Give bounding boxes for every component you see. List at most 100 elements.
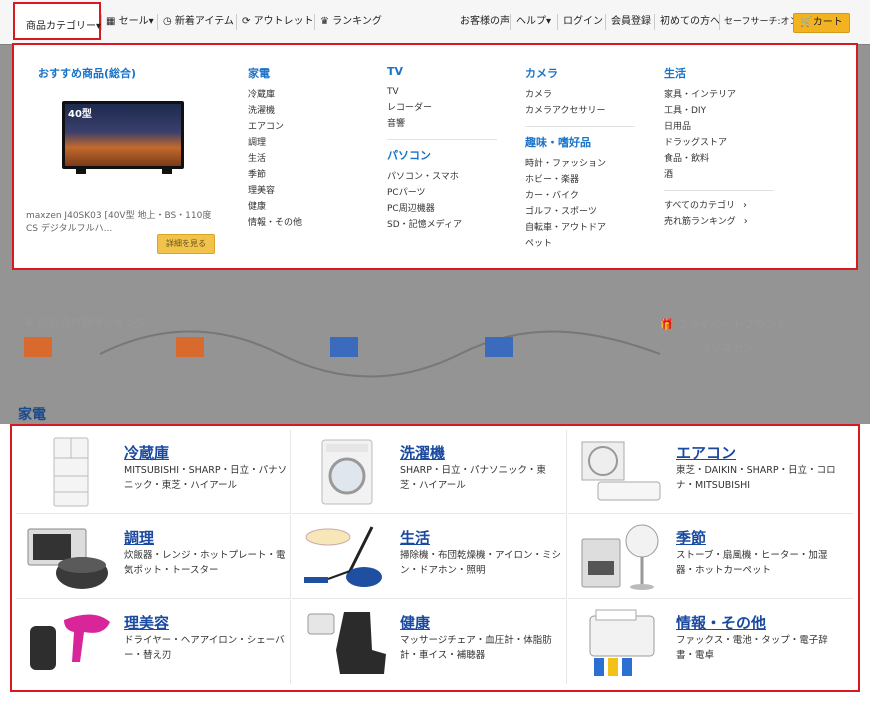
cart-button[interactable]: 🛒カート: [793, 13, 850, 33]
category-cell-life[interactable]: 生活 掃除機・布団乾燥機・アイロン・ミシン・ドアホン・照明: [292, 515, 567, 599]
category-cell-beauty[interactable]: 理美容 ドライヤー・ヘアアイロン・シェーバー・替え刃: [16, 600, 291, 684]
aircon-icon: [581, 441, 661, 501]
menu-divider: [387, 139, 497, 140]
category-description: マッサージチェア・血圧計・体脂肪計・車イス・補聴器: [400, 635, 552, 661]
cooking-icon: [27, 528, 108, 589]
category-title[interactable]: エアコン: [676, 442, 736, 463]
section-title: 家電: [18, 407, 46, 423]
ranking-link[interactable]: 売れ筋ランキング ›: [664, 214, 774, 230]
menu-item[interactable]: 生活: [248, 151, 302, 167]
menu-item[interactable]: ペット: [525, 236, 635, 252]
category-description: ファックス・電池・タップ・電子辞書・電卓: [676, 635, 828, 661]
menu-item[interactable]: 工具・DIY: [664, 103, 774, 119]
featured-description[interactable]: maxzen J40SK03 [40V型 地上・BS・110度CS デジタルフル…: [26, 210, 221, 236]
ranking-badge: [24, 337, 52, 357]
category-title[interactable]: 季節: [676, 527, 706, 548]
all-categories-link[interactable]: すべてのカテゴリ ›: [664, 198, 774, 214]
nav-safe-search[interactable]: セーフサーチ:オン: [724, 13, 799, 31]
category-mega-menu: おすすめ商品(総合) 40型 maxzen J40SK03 [40V型 地上・B…: [12, 43, 858, 270]
nav-help[interactable]: ヘルプ▾: [516, 13, 551, 31]
menu-group-title[interactable]: 家電: [248, 65, 302, 81]
featured-title: おすすめ商品(総合): [38, 67, 137, 80]
category-description: MITSUBISHI・SHARP・日立・パナソニック・東芝・ハイアール: [124, 465, 288, 491]
menu-item[interactable]: 理美容: [248, 183, 302, 199]
ranking-badge: [330, 337, 358, 357]
nav-divider: [719, 14, 720, 30]
featured-detail-button[interactable]: 詳細を見る: [157, 234, 215, 254]
category-cell-health[interactable]: 健康 マッサージチェア・血圧計・体脂肪計・車イス・補聴器: [292, 600, 567, 684]
crown-icon: ♛: [320, 16, 333, 27]
category-description: 掃除機・布団乾燥機・アイロン・ミシン・ドアホン・照明: [400, 550, 562, 576]
menu-item[interactable]: 情報・その他: [248, 215, 302, 231]
category-cell-info-other[interactable]: 情報・その他 ファックス・電池・タップ・電子辞書・電卓: [568, 600, 853, 684]
category-menu-button[interactable]: 商品カテゴリー▾: [13, 2, 101, 40]
menu-group-title[interactable]: 生活: [664, 65, 774, 81]
menu-group-title[interactable]: カメラ: [525, 65, 635, 81]
crown-icon: ♛: [24, 316, 38, 329]
menu-item[interactable]: ドラッグストア: [664, 135, 774, 151]
menu-item[interactable]: 自転車・アウトドア: [525, 220, 635, 236]
nav-sale[interactable]: ▦ セール▾: [106, 13, 154, 31]
menu-item[interactable]: 調理: [248, 135, 302, 151]
category-cell-fridge[interactable]: 冷蔵庫 MITSUBISHI・SHARP・日立・パナソニック・東芝・ハイアール: [16, 430, 291, 514]
menu-item[interactable]: PC周辺機器: [387, 201, 497, 217]
nav-ranking[interactable]: ♛ ランキング: [320, 13, 382, 31]
nav-divider: [510, 14, 511, 30]
category-title[interactable]: 情報・その他: [676, 612, 766, 633]
menu-item[interactable]: 健康: [248, 199, 302, 215]
featured-product-image[interactable]: 40型: [62, 101, 184, 169]
category-description: ドライヤー・ヘアアイロン・シェーバー・替え刃: [124, 635, 285, 661]
menu-item[interactable]: カー・バイク: [525, 188, 635, 204]
category-description: SHARP・日立・パナソニック・東芝・ハイアール: [400, 465, 546, 491]
refresh-icon: ⟳: [242, 16, 254, 27]
category-title[interactable]: 冷蔵庫: [124, 442, 169, 463]
menu-item[interactable]: 冷蔵庫: [248, 87, 302, 103]
nav-new-items[interactable]: ◷ 新着アイテム: [163, 13, 234, 31]
menu-item[interactable]: 音響: [387, 116, 497, 132]
nav-outlet[interactable]: ⟳ アウトレット: [242, 13, 314, 31]
menu-item[interactable]: レコーダー: [387, 100, 497, 116]
menu-item[interactable]: 洗濯機: [248, 103, 302, 119]
appliance-category-grid: 冷蔵庫 MITSUBISHI・SHARP・日立・パナソニック・東芝・ハイアール …: [10, 424, 860, 692]
ranking-badge: [176, 337, 204, 357]
menu-item[interactable]: カメラアクセサリー: [525, 103, 635, 119]
category-cell-season[interactable]: 季節 ストーブ・扇風機・ヒーター・加湿器・ホットカーペット: [568, 515, 853, 599]
category-title[interactable]: 洗濯機: [400, 442, 445, 463]
dryer-icon: [30, 614, 110, 670]
nav-customer-voice[interactable]: お客様の声: [460, 13, 510, 31]
category-title[interactable]: 調理: [124, 527, 154, 548]
menu-item[interactable]: エアコン: [248, 119, 302, 135]
category-cell-washer[interactable]: 洗濯機 SHARP・日立・パナソニック・東芝・ハイアール: [292, 430, 567, 514]
menu-item[interactable]: 食品・飲料: [664, 151, 774, 167]
menu-item[interactable]: PCパーツ: [387, 185, 497, 201]
menu-column-camera-hobby: カメラ カメラ カメラアクセサリー 趣味・嗜好品 時計・ファッション ホビー・楽…: [525, 65, 635, 252]
nav-login[interactable]: ログイン: [563, 13, 603, 31]
menu-item[interactable]: 時計・ファッション: [525, 156, 635, 172]
menu-item[interactable]: 季節: [248, 167, 302, 183]
menu-group-title[interactable]: TV: [387, 65, 497, 78]
menu-item[interactable]: SD・記憶メディア: [387, 217, 497, 233]
cart-icon: 🛒: [800, 17, 813, 28]
private-brand-name: マクスゼン: [700, 341, 755, 354]
menu-item[interactable]: ゴルフ・スポーツ: [525, 204, 635, 220]
category-title[interactable]: 健康: [400, 612, 430, 633]
tv-size-badge: 40型: [68, 109, 92, 120]
nav-divider: [557, 14, 558, 30]
category-cell-cooking[interactable]: 調理 炊飯器・レンジ・ホットプレート・電気ポット・トースター: [16, 515, 291, 599]
nav-first-time[interactable]: 初めての方へ: [660, 13, 720, 31]
menu-item[interactable]: ホビー・楽器: [525, 172, 635, 188]
menu-item[interactable]: 酒: [664, 167, 774, 183]
fridge-icon: [53, 437, 89, 507]
category-title[interactable]: 理美容: [124, 612, 169, 633]
category-title[interactable]: 生活: [400, 527, 430, 548]
nav-register[interactable]: 会員登録: [611, 13, 651, 31]
menu-item[interactable]: TV: [387, 84, 497, 100]
menu-group-title[interactable]: 趣味・嗜好品: [525, 134, 635, 150]
menu-item[interactable]: カメラ: [525, 87, 635, 103]
category-cell-aircon[interactable]: エアコン 東芝・DAIKIN・SHARP・日立・コロナ・MITSUBISHI: [568, 430, 853, 514]
menu-item[interactable]: 家具・インテリア: [664, 87, 774, 103]
menu-group-title[interactable]: パソコン: [387, 147, 497, 163]
menu-item[interactable]: 日用品: [664, 119, 774, 135]
menu-item[interactable]: パソコン・スマホ: [387, 169, 497, 185]
tv-stand: [76, 169, 86, 174]
